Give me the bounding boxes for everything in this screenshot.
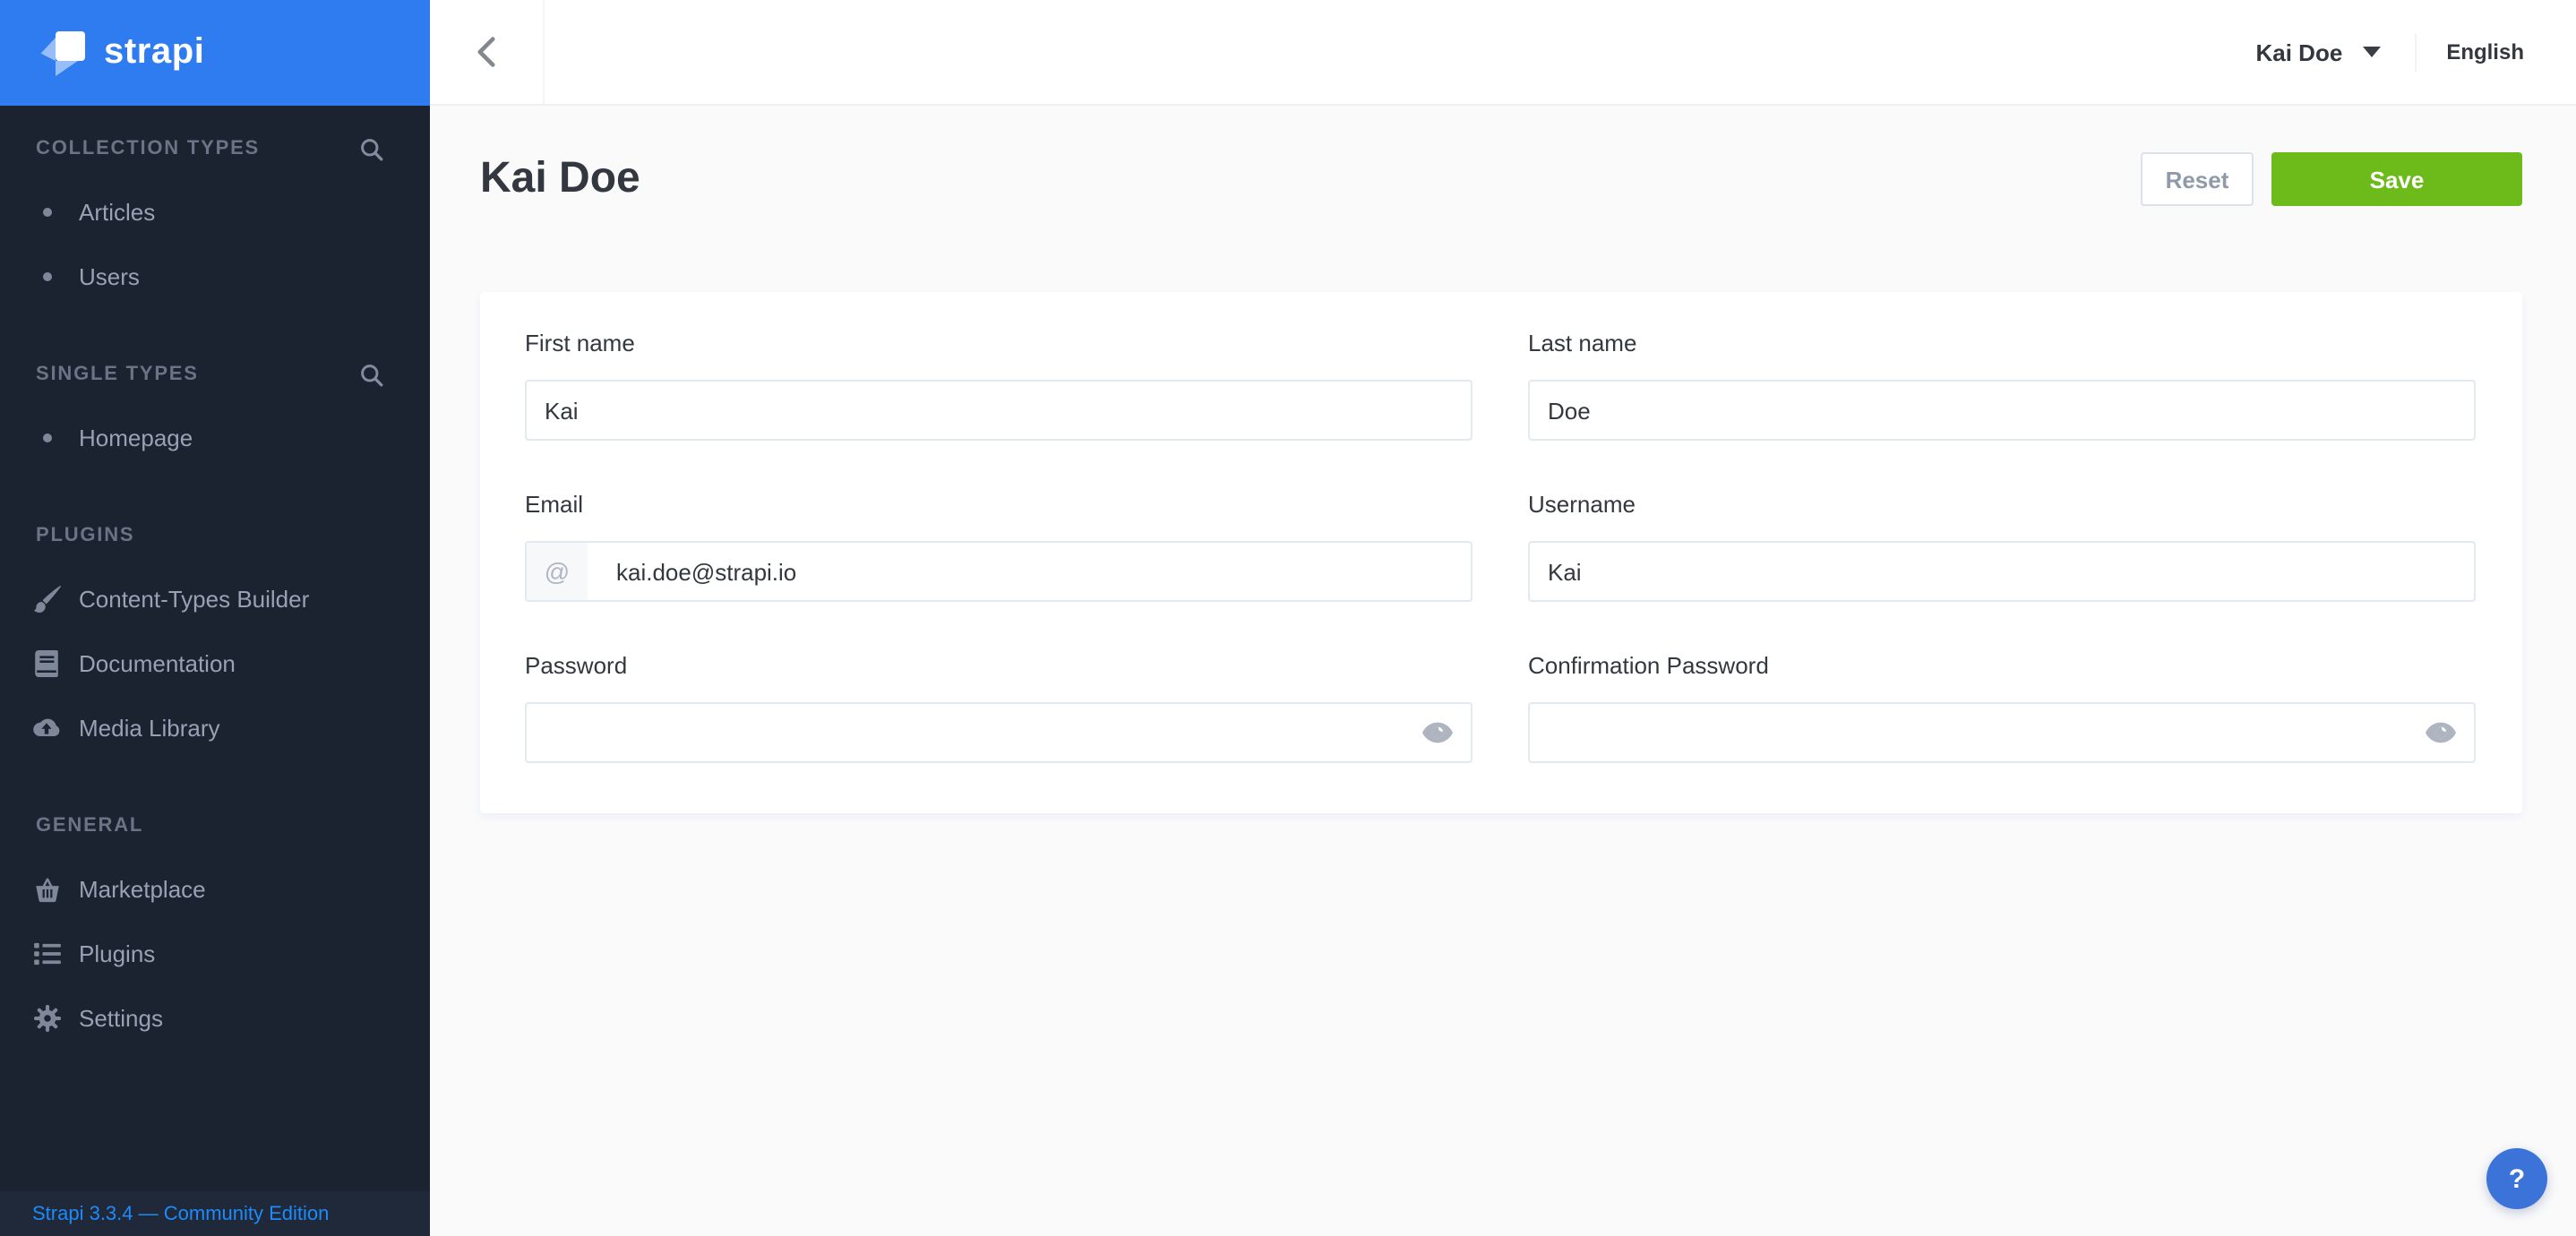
show-password-button[interactable] <box>1422 722 1453 743</box>
search-icon[interactable] <box>360 137 383 160</box>
bullet-icon <box>29 433 64 442</box>
bullet-icon <box>29 271 64 280</box>
first-name-input[interactable] <box>525 380 1473 441</box>
sidebar-item-label: Settings <box>79 1004 163 1031</box>
field-password: Password <box>525 650 1473 763</box>
section-title-collection-types: COLLECTION TYPES <box>36 138 260 159</box>
user-menu[interactable]: Kai Doe <box>2256 39 2381 65</box>
sidebar-item-users[interactable]: Users <box>0 244 430 308</box>
sidebar-item-media-library[interactable]: Media Library <box>0 695 430 760</box>
strapi-logo-icon <box>39 29 88 77</box>
confirmation-password-label: Confirmation Password <box>1528 650 2476 682</box>
sidebar-item-marketplace[interactable]: Marketplace <box>0 856 430 921</box>
chevron-left-icon <box>477 36 496 68</box>
sidebar-item-label: Plugins <box>79 940 155 966</box>
cloud-upload-icon <box>29 717 64 738</box>
section-title-plugins: PLUGINS <box>36 525 134 546</box>
section-title-general: GENERAL <box>36 815 143 837</box>
field-first-name: First name <box>525 328 1473 441</box>
back-button[interactable] <box>430 0 545 104</box>
section-title-single-types: SINGLE TYPES <box>36 364 199 385</box>
help-button[interactable]: ? <box>2486 1148 2547 1209</box>
nav-section-collection-types: COLLECTION TYPES Articles <box>0 133 430 308</box>
sidebar-nav: COLLECTION TYPES Articles <box>0 106 430 1050</box>
sidebar-item-label: Content-Types Builder <box>79 585 309 612</box>
paintbrush-icon <box>29 585 64 612</box>
strapi-logo-text: strapi <box>104 32 205 73</box>
sidebar-item-documentation[interactable]: Documentation <box>0 631 430 695</box>
nav-section-single-types: SINGLE TYPES Homepage <box>0 358 430 469</box>
sidebar-item-settings[interactable]: Settings <box>0 985 430 1050</box>
at-sign-icon: @ <box>527 543 588 600</box>
eye-icon <box>1422 722 1453 743</box>
sidebar-item-label: Homepage <box>79 424 193 451</box>
top-bar: Kai Doe English <box>430 0 2576 106</box>
show-confirmation-password-button[interactable] <box>2426 722 2456 743</box>
username-label: Username <box>1528 489 2476 521</box>
basket-icon <box>29 875 64 902</box>
sidebar-item-label: Marketplace <box>79 875 206 902</box>
email-label: Email <box>525 489 1473 521</box>
user-name: Kai Doe <box>2256 39 2343 65</box>
last-name-label: Last name <box>1528 328 2476 360</box>
topbar-divider <box>2414 33 2416 71</box>
nav-section-general: GENERAL Marketplac <box>0 810 430 1050</box>
password-label: Password <box>525 650 1473 682</box>
last-name-input[interactable] <box>1528 380 2476 441</box>
strapi-admin-app: strapi COLLECTION TYPES <box>0 0 2576 1236</box>
page-title: Kai Doe <box>480 154 640 204</box>
sidebar-item-label: Articles <box>79 198 155 225</box>
save-button[interactable]: Save <box>2271 152 2522 206</box>
field-username: Username <box>1528 489 2476 602</box>
password-input[interactable] <box>525 702 1473 763</box>
sidebar-item-label: Documentation <box>79 649 236 676</box>
sidebar-item-label: Users <box>79 262 140 289</box>
strapi-version-link[interactable]: Strapi 3.3.4 — Community Edition <box>32 1203 329 1224</box>
sidebar: strapi COLLECTION TYPES <box>0 0 430 1236</box>
search-icon[interactable] <box>360 363 383 386</box>
strapi-logo[interactable]: strapi <box>0 0 430 106</box>
field-email: Email @ <box>525 489 1473 602</box>
confirmation-password-input[interactable] <box>1528 702 2476 763</box>
language-selector[interactable]: English <box>2446 39 2524 64</box>
sidebar-item-plugins[interactable]: Plugins <box>0 921 430 985</box>
gear-icon <box>29 1004 64 1031</box>
sidebar-item-content-types-builder[interactable]: Content-Types Builder <box>0 566 430 631</box>
username-input[interactable] <box>1528 541 2476 602</box>
email-input[interactable] <box>525 541 1473 602</box>
user-form-card: First name Last name Email @ <box>480 292 2522 813</box>
book-icon <box>29 649 64 676</box>
field-last-name: Last name <box>1528 328 2476 441</box>
list-icon <box>29 941 64 965</box>
first-name-label: First name <box>525 328 1473 360</box>
sidebar-footer: Strapi 3.3.4 — Community Edition <box>0 1191 430 1236</box>
field-confirmation-password: Confirmation Password <box>1528 650 2476 763</box>
bullet-icon <box>29 207 64 216</box>
chevron-down-icon <box>2362 47 2380 57</box>
sidebar-item-articles[interactable]: Articles <box>0 179 430 244</box>
nav-section-plugins: PLUGINS Content-Types Builder <box>0 519 430 760</box>
sidebar-item-label: Media Library <box>79 714 220 741</box>
reset-button[interactable]: Reset <box>2141 152 2254 206</box>
eye-icon <box>2426 722 2456 743</box>
sidebar-item-homepage[interactable]: Homepage <box>0 405 430 469</box>
main-content: Kai Doe Reset Save First name Last name <box>430 107 2576 1236</box>
